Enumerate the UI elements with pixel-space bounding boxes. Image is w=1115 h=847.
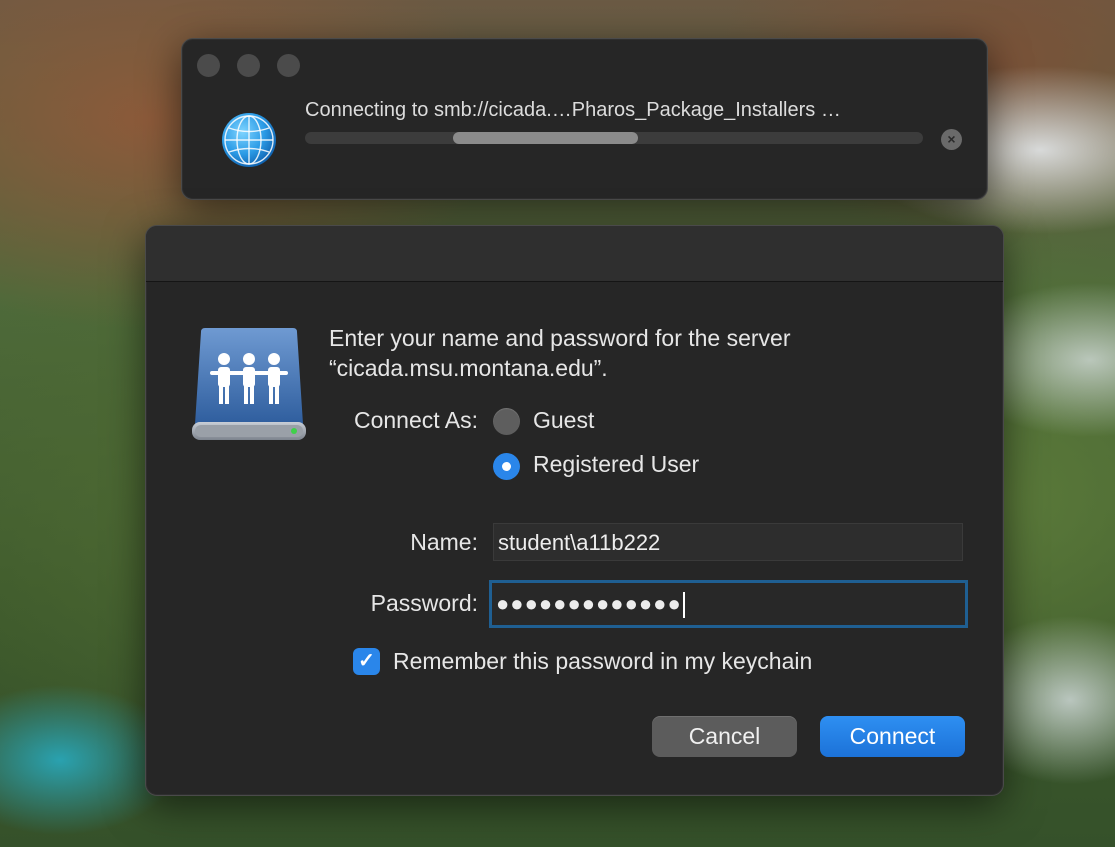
login-prompt-message: Enter your name and password for the ser… bbox=[329, 323, 791, 383]
connect-button[interactable]: Connect bbox=[820, 716, 965, 757]
registered-user-radio-label[interactable]: Registered User bbox=[533, 451, 699, 478]
dialog-titlebar bbox=[146, 226, 1003, 282]
progress-bar-fill bbox=[453, 132, 638, 144]
prompt-line-2: “cicada.msu.montana.edu”. bbox=[329, 355, 608, 381]
password-field[interactable]: ●●●●●●●●●●●●● bbox=[489, 580, 968, 628]
connect-as-label: Connect As: bbox=[353, 407, 478, 433]
prompt-line-1: Enter your name and password for the ser… bbox=[329, 325, 791, 351]
cancel-button[interactable]: Cancel bbox=[652, 716, 797, 757]
registered-user-radio[interactable] bbox=[493, 453, 520, 480]
connecting-status-text: Connecting to smb://cicada.…Pharos_Packa… bbox=[305, 99, 841, 121]
stop-icon[interactable]: × bbox=[941, 129, 962, 150]
shared-server-drive-icon bbox=[191, 326, 307, 444]
server-login-dialog: Enter your name and password for the ser… bbox=[145, 225, 1004, 796]
close-window-button[interactable] bbox=[197, 54, 220, 77]
name-label: Name: bbox=[410, 529, 478, 555]
guest-radio-label[interactable]: Guest bbox=[533, 407, 594, 434]
zoom-window-button[interactable] bbox=[277, 54, 300, 77]
connection-progress-bar bbox=[305, 132, 923, 144]
name-field[interactable]: student\a11b222 bbox=[493, 523, 963, 561]
remember-password-label[interactable]: Remember this password in my keychain bbox=[393, 648, 812, 675]
connection-progress-window: Connecting to smb://cicada.…Pharos_Packa… bbox=[181, 38, 988, 200]
minimize-window-button[interactable] bbox=[237, 54, 260, 77]
guest-radio[interactable] bbox=[493, 408, 520, 435]
password-dots: ●●●●●●●●●●●●● bbox=[496, 591, 682, 616]
checkmark-icon[interactable]: ✓ bbox=[353, 648, 380, 675]
password-label: Password: bbox=[370, 590, 478, 616]
globe-icon bbox=[222, 113, 276, 167]
text-caret bbox=[682, 592, 685, 619]
